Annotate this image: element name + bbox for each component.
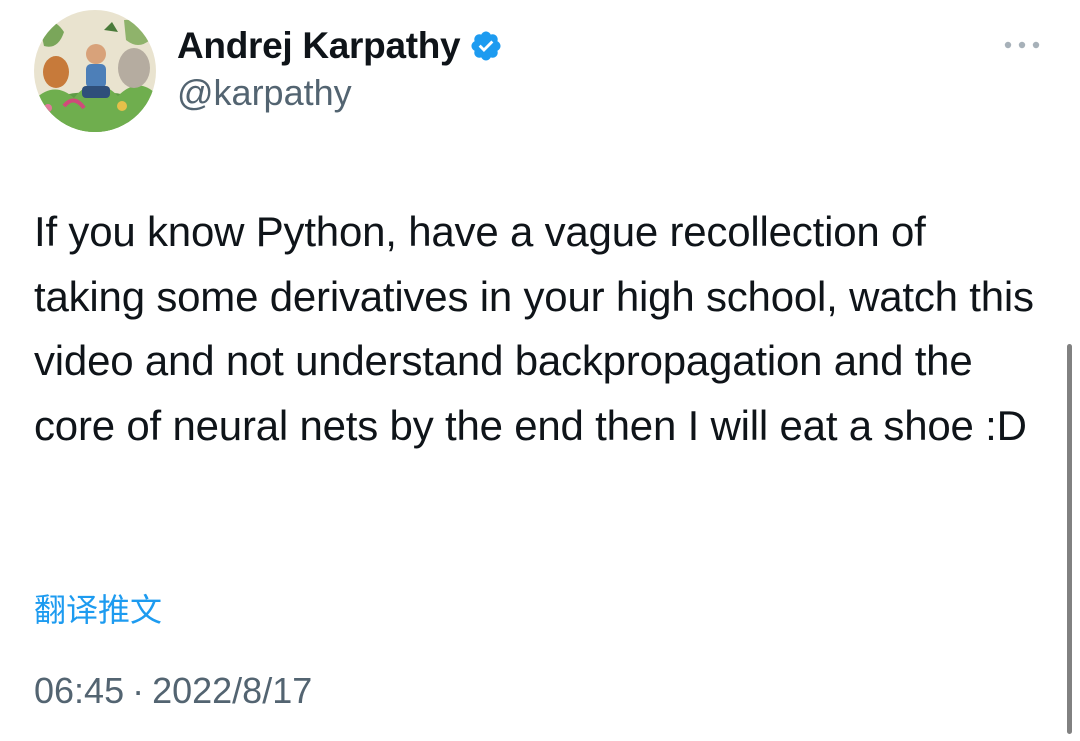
more-options-button[interactable] (996, 30, 1048, 60)
avatar[interactable] (34, 10, 156, 132)
tweet-time: 06:45 (34, 670, 125, 711)
author-display-name[interactable]: Andrej Karpathy (177, 25, 461, 67)
tweet-text: If you know Python, have a vague recolle… (34, 208, 1034, 449)
translate-tweet-link[interactable]: 翻译推文 (34, 585, 162, 631)
author-name-row[interactable]: Andrej Karpathy (177, 22, 503, 70)
scrollbar[interactable] (1067, 344, 1072, 734)
more-options-icon (1004, 41, 1040, 49)
meta-separator: · (132, 670, 145, 711)
avatar-illustration (34, 10, 156, 132)
tweet-date: 2022/8/17 (152, 670, 313, 711)
verified-badge-icon (469, 29, 503, 63)
author-handle[interactable]: @karpathy (177, 72, 352, 114)
tweet-timestamp[interactable]: 06:45 · 2022/8/17 (34, 670, 312, 712)
